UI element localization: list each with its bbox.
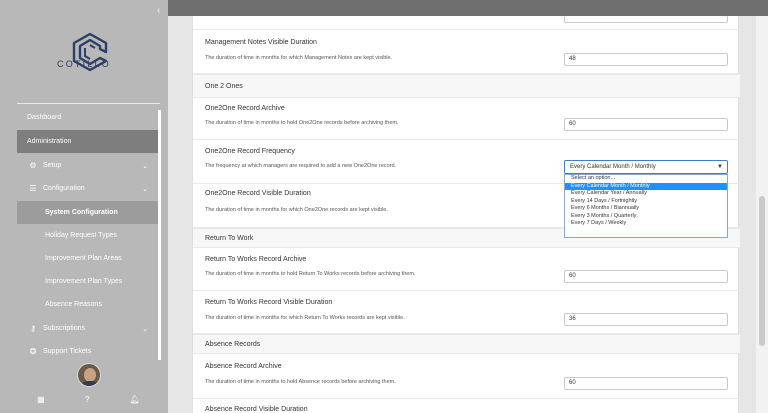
nav-label: System Configuration (45, 209, 118, 216)
setting-absence-archive: Absence Record Archive The duration of t… (193, 354, 740, 399)
setting-description: The duration of time in months to hold O… (205, 120, 399, 126)
dropdown-option[interactable]: Every 6 Months / Biannually (565, 205, 727, 213)
sidebar-divider (17, 103, 160, 104)
sidebar-scrollbar[interactable] (158, 110, 161, 360)
setting-rtw-archive: Return To Works Record Archive The durat… (193, 248, 740, 291)
nav-label: Dashboard (27, 114, 62, 121)
setting-row-previous (193, 16, 740, 30)
dropdown-option-selected[interactable]: Every Calendar Month / Monthly (565, 182, 727, 190)
selected-option: Every Calendar Month / Monthly (570, 164, 656, 170)
nav-label: Improvement Plan Areas (45, 255, 122, 262)
app-window: ‹ COTILLO Dashboard Administration ⚙ Set… (0, 0, 768, 413)
setting-description: The duration of time in months to hold A… (205, 379, 396, 385)
nav-improvement-plan-types[interactable]: Improvement Plan Types (17, 270, 160, 293)
avatar-face (84, 368, 96, 382)
bell-icon[interactable]: 🔔︎ (130, 395, 140, 404)
top-bar (168, 0, 768, 16)
section-absence-records: Absence Records (193, 334, 740, 354)
avatar[interactable] (77, 363, 101, 387)
grid-icon[interactable]: ▦ (37, 395, 45, 404)
setting-title: One2One Record Frequency (205, 148, 295, 155)
section-title: Absence Records (205, 341, 261, 348)
lifebuoy-icon: ✪ (29, 347, 37, 356)
nav-support-tickets[interactable]: ✪ Support Tickets (17, 340, 160, 363)
dropdown-option[interactable]: Every 14 Days / Fortnightly (565, 198, 727, 206)
nav-dashboard[interactable]: Dashboard (17, 106, 160, 129)
nav-holiday-request-types[interactable]: Holiday Request Types (17, 224, 160, 247)
previous-setting-input[interactable] (564, 16, 728, 23)
scrollbar-thumb[interactable] (759, 196, 765, 346)
help-icon[interactable]: ? (85, 395, 89, 404)
setting-description: The duration of time in months for which… (205, 207, 388, 213)
setting-description: The duration of time in months for which… (205, 315, 405, 321)
rtw-archive-input[interactable]: 60 (564, 270, 728, 283)
caret-down-icon: ▼ (717, 164, 723, 170)
chevron-down-icon: ⌄ (142, 185, 148, 193)
nav-label: Administration (27, 138, 72, 145)
sliders-icon: ☰ (29, 184, 37, 193)
settings-panel: Management Notes Visible Duration The du… (192, 16, 740, 413)
setting-one2one-archive: One2One Record Archive The duration of t… (193, 98, 740, 140)
nav-setup[interactable]: ⚙ Setup ⌄ (17, 154, 160, 177)
collapse-sidebar-icon[interactable]: ‹ (157, 5, 160, 16)
section-title: One 2 Ones (205, 83, 243, 90)
setting-title: One2One Record Archive (205, 105, 285, 112)
setting-rtw-visible: Return To Works Record Visible Duration … (193, 291, 740, 334)
nav-configuration[interactable]: ☰ Configuration ⌄ (17, 177, 160, 200)
nav-subscriptions[interactable]: ⚷ Subscriptions ⌄ (17, 317, 160, 340)
nav-system-configuration[interactable]: System Configuration (17, 201, 160, 224)
nav-label: Absence Reasons (45, 301, 102, 308)
dropdown-option[interactable]: Select an option... (565, 175, 727, 183)
nav-label: Improvement Plan Types (45, 278, 123, 285)
nav-label: Support Tickets (43, 348, 92, 355)
dropdown-option[interactable]: Every 3 Months / Quarterly (565, 213, 727, 221)
section-title: Return To Work (205, 235, 254, 242)
setting-description: The duration of time in months to hold R… (205, 271, 416, 277)
setting-description: The frequency at which managers are requ… (205, 163, 397, 169)
nav-label: Setup (43, 162, 62, 169)
one2one-frequency-select[interactable]: Every Calendar Month / Monthly ▼ (564, 160, 728, 174)
management-notes-visible-input[interactable]: 48 (564, 53, 728, 66)
nav-label: Configuration (43, 185, 85, 192)
nav-label: Subscriptions (43, 325, 86, 332)
page-scrollbar[interactable] (756, 16, 768, 413)
nav-improvement-plan-areas[interactable]: Improvement Plan Areas (17, 247, 160, 270)
nav-label: Holiday Request Types (45, 232, 117, 239)
setting-description: The duration of time in months for which… (205, 55, 393, 61)
setting-absence-visible: Absence Record Visible Duration (193, 399, 740, 413)
setting-title: Return To Works Record Visible Duration (205, 299, 333, 306)
section-one2ones: One 2 Ones (193, 74, 740, 98)
one2one-archive-input[interactable]: 60 (564, 118, 728, 131)
main-content: Management Notes Visible Duration The du… (168, 16, 756, 413)
absence-archive-input[interactable]: 60 (564, 377, 728, 390)
key-icon: ⚷ (30, 324, 36, 333)
sidebar: ‹ COTILLO Dashboard Administration ⚙ Set… (0, 0, 168, 413)
setting-title: Absence Record Visible Duration (205, 406, 308, 413)
nav-absence-reasons[interactable]: Absence Reasons (17, 293, 160, 316)
dropdown-option[interactable]: Every 7 Days / Weekly (565, 220, 727, 228)
sidebar-footer: ▦ ? 🔔︎ (17, 392, 160, 406)
setting-management-notes-visible: Management Notes Visible Duration The du… (193, 30, 740, 74)
nav-administration[interactable]: Administration (17, 130, 160, 153)
setting-title: Management Notes Visible Duration (205, 39, 317, 46)
rtw-visible-input[interactable]: 36 (564, 313, 728, 326)
gear-icon: ⚙ (29, 161, 37, 170)
chevron-down-icon: ⌄ (142, 325, 148, 333)
dropdown-option[interactable]: Every Calendar Year / Annually (565, 190, 727, 198)
setting-title: One2One Record Visible Duration (205, 190, 311, 197)
frequency-dropdown-list: Select an option... Every Calendar Month… (564, 174, 728, 238)
chevron-down-icon: ⌄ (142, 162, 148, 170)
setting-title: Return To Works Record Archive (205, 256, 307, 263)
avatar-shirt (80, 381, 100, 386)
setting-title: Absence Record Archive (205, 363, 282, 370)
brand-name: COTILLO (57, 59, 111, 69)
